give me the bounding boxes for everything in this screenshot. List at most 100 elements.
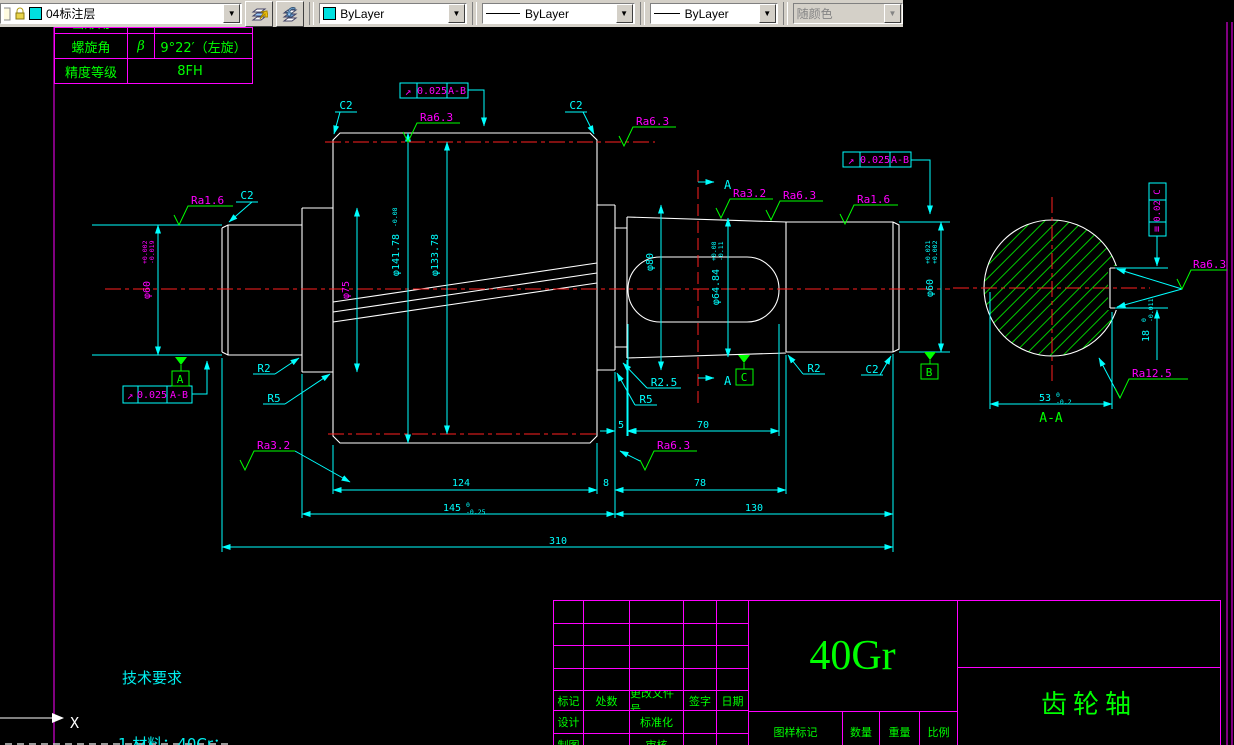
plot-style-dropdown: 随颜色 ▼	[792, 3, 903, 24]
svg-text:+0.002: +0.002	[931, 240, 939, 264]
label-r2: R2	[257, 362, 270, 375]
rev-header: 日期	[717, 691, 749, 711]
fcf-runout-bottom-left: ↗ 0.025 A-B	[122, 385, 193, 404]
linetype-value: ByLayer	[524, 6, 569, 21]
fcf-symbol: ≡	[1152, 226, 1163, 232]
label-r5: R5	[639, 393, 652, 406]
param-symbol: β	[137, 38, 145, 54]
title-block-bottom-headers: 图样标记 数量 重量 比例	[748, 712, 958, 745]
label-c2: C2	[865, 363, 878, 376]
dim-dia75: φ75	[341, 281, 352, 299]
title-block-empty-cell	[958, 600, 1221, 668]
linetype-dropdown[interactable]: ByLayer ▼	[481, 3, 635, 24]
roughness-value: Ra6.3	[636, 115, 669, 128]
roughness-value: Ra6.3	[1193, 258, 1226, 271]
ucs-x-label: X	[70, 714, 79, 732]
label-c2: C2	[569, 99, 582, 112]
lineweight-dropdown-arrow[interactable]: ▼	[758, 4, 776, 23]
layer-dropdown[interactable]: 04标注层 ▼	[0, 3, 243, 24]
toolbar-separator	[471, 2, 477, 25]
weight-header: 重量	[880, 712, 920, 745]
svg-text:-0.08: -0.08	[391, 207, 399, 227]
make-layer-current-button[interactable]	[245, 0, 274, 27]
fcf-datum: A-B	[448, 86, 466, 97]
layer-name: 04标注层	[46, 7, 96, 21]
roughness-value: Ra3.2	[257, 439, 290, 452]
shaft-outline	[221, 132, 900, 444]
linetype-dropdown-arrow[interactable]: ▼	[615, 4, 633, 23]
toolbar-separator	[309, 2, 315, 25]
linetype-sample	[485, 13, 520, 14]
color-value: ByLayer	[340, 6, 385, 21]
svg-text:-0.25: -0.25	[466, 508, 486, 516]
layer-color-swatch	[29, 7, 42, 20]
roughness-value: Ra12.5	[1132, 367, 1172, 380]
design-label: 设计	[554, 711, 584, 734]
standardization-label: 标准化	[630, 711, 684, 734]
param-row-clipped: 齿形角 α 20°	[54, 27, 253, 34]
fcf-symbol: ↗	[127, 389, 134, 402]
fcf-datum: A-B	[891, 155, 909, 166]
cad-application-window: Ra1.6 Ra6.3 Ra6.3 Ra3.2 Ra6.3 Ra1.6 Ra3.…	[0, 0, 1234, 745]
dim-310: 310	[549, 536, 567, 547]
layer-properties-toolbar: 04标注层 ▼ ByLayer ▼ ByLayer ▼ ByLayer ▼ 随颜…	[0, 0, 903, 27]
datum-c: C	[735, 355, 754, 386]
plot-style-value: 随颜色	[796, 7, 833, 21]
tech-line-1: 1.材料：40Cr；	[118, 735, 229, 745]
fcf-symbol: ↗	[848, 154, 855, 167]
param-label: 螺旋角	[71, 40, 111, 56]
part-name: 齿轮轴	[1040, 690, 1137, 720]
check-label: 审核	[630, 734, 684, 745]
label-c2: C2	[240, 189, 253, 202]
color-dropdown[interactable]: ByLayer ▼	[319, 3, 467, 24]
svg-text:φ60: φ60	[925, 279, 936, 297]
lineweight-dropdown[interactable]: ByLayer ▼	[649, 3, 778, 24]
dim-dia64: φ64.84 +0.08 -0.11	[710, 241, 725, 305]
param-row-grade: 精度等级 8FH	[54, 59, 253, 84]
dim-dia60-left: φ60 +0.002 -0.019	[141, 240, 156, 299]
param-symbol: α	[137, 28, 146, 30]
rev-header: 处数	[584, 691, 630, 711]
svg-text:145: 145	[443, 503, 461, 514]
roughness-value: Ra6.3	[657, 439, 690, 452]
fcf-runout-top: ↗ 0.025 A-B	[399, 82, 469, 99]
dim-124: 124	[452, 478, 470, 489]
svg-text:-0.011: -0.011	[1147, 298, 1155, 322]
lineweight-sample	[653, 13, 680, 14]
rev-header: 更改文件号	[630, 691, 684, 711]
material-value: 40Gr	[809, 633, 896, 679]
dim-dia80: φ80	[645, 253, 656, 271]
scale-header: 比例	[920, 712, 958, 745]
revision-table: 标记 处数 更改文件号 签字 日期 设计 标准化 制图 审核	[553, 600, 749, 745]
param-label: 齿形角	[71, 28, 110, 32]
layer-previous-button[interactable]	[276, 0, 305, 27]
quantity-header: 数量	[843, 712, 880, 745]
roughness-value: Ra6.3	[783, 189, 816, 202]
toolbar-separator	[639, 2, 645, 25]
layer-dropdown-arrow[interactable]: ▼	[223, 4, 241, 23]
dim-dia141: φ141.78 -0.08	[391, 207, 402, 276]
datum-letter: A	[177, 373, 184, 386]
param-value: 8FH	[177, 63, 203, 79]
layers-arrow-icon	[251, 8, 269, 20]
mark-header: 图样标记	[748, 712, 843, 745]
label-r2-5: R2.5	[651, 376, 678, 389]
roughness-value: Ra1.6	[857, 193, 890, 206]
section-view-title: A-A	[1039, 411, 1063, 426]
fcf-value: 0.025	[860, 155, 890, 166]
section-arrow-label: A	[724, 374, 732, 388]
color-dropdown-arrow[interactable]: ▼	[447, 4, 465, 23]
part-name-block: 齿轮轴	[958, 600, 1221, 745]
technical-requirements: 技术要求 1.材料：40Cr； 2.热处理：HRC28-32。	[118, 623, 282, 745]
dim-dia133: φ133.78	[430, 234, 441, 276]
datum-letter: B	[926, 366, 933, 379]
datum-a: A	[171, 357, 190, 387]
roughness-value: Ra6.3	[420, 111, 453, 124]
svg-text:φ60: φ60	[142, 281, 153, 299]
svg-text:φ64.84: φ64.84	[711, 269, 722, 305]
rev-header: 标记	[554, 691, 584, 711]
svg-text:-0.11: -0.11	[717, 241, 725, 261]
roughness-value: Ra1.6	[191, 194, 224, 207]
fcf-value: 0.025	[137, 390, 167, 401]
dim-70: 70	[697, 420, 709, 431]
